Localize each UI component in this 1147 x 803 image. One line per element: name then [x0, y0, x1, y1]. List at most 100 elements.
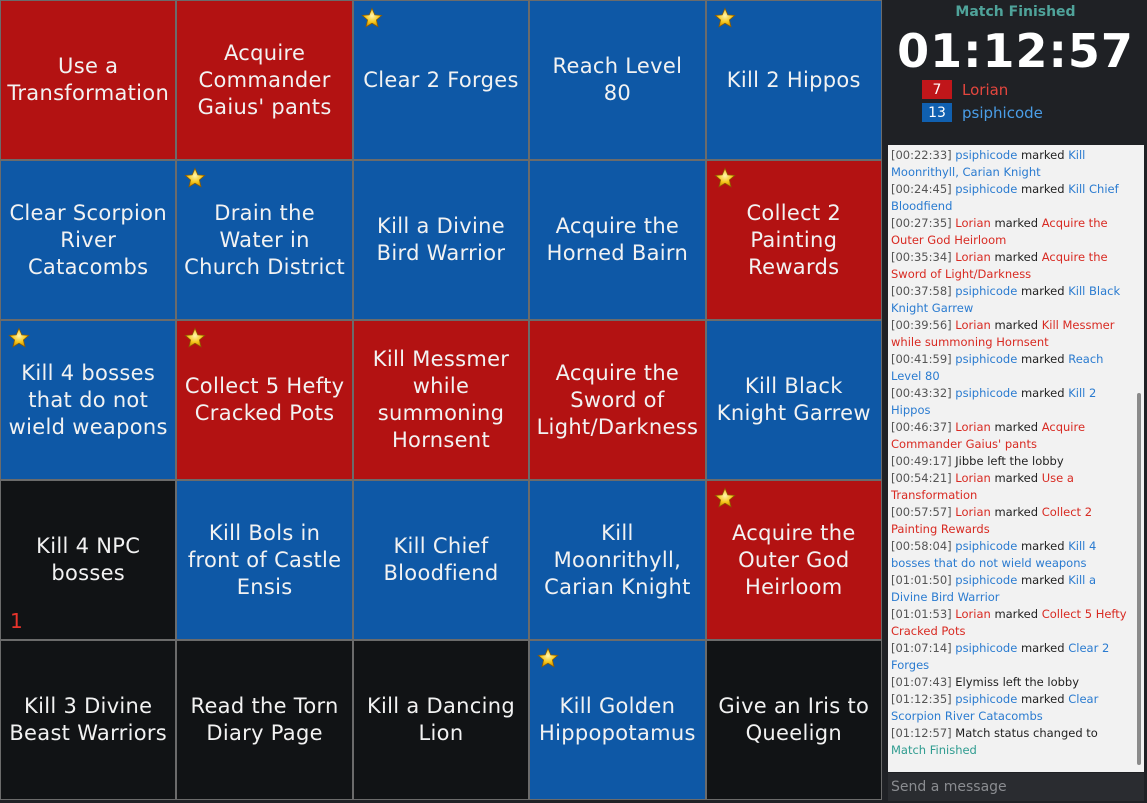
board-cell[interactable]: Kill 3 Divine Beast Warriors [1, 641, 176, 799]
log-entry: [00:22:33] psiphicode marked Kill Moonri… [891, 147, 1130, 181]
log-action: marked [994, 420, 1039, 434]
log-timestamp: [00:49:17] [891, 454, 952, 468]
event-log[interactable]: [00:22:33] psiphicode marked Kill Moonri… [888, 145, 1144, 772]
board-cell[interactable]: Read the Torn Diary Page [177, 641, 352, 799]
cell-goal-text: Kill a Divine Bird Warrior [376, 214, 506, 265]
log-entry: [00:57:57] Lorian marked Collect 2 Paint… [891, 504, 1130, 538]
board-cell[interactable]: Acquire Commander Gaius' pants [177, 1, 352, 159]
cell-goal-text: Clear 2 Forges [363, 67, 519, 92]
board-cell[interactable]: Collect 2 Painting Rewards [706, 161, 881, 319]
board-cell[interactable]: Acquire the Horned Bairn [530, 161, 705, 319]
log-timestamp: [00:35:34] [891, 250, 952, 264]
log-timestamp: [00:43:32] [891, 386, 952, 400]
log-action: Match status changed to [955, 726, 1098, 740]
log-player: Lorian [955, 471, 991, 485]
log-timestamp: [00:41:59] [891, 352, 952, 366]
log-action: marked [1020, 284, 1065, 298]
star-icon [184, 327, 207, 348]
board-cell[interactable]: Kill 2 Hippos [706, 1, 881, 159]
log-timestamp: [00:58:04] [891, 539, 952, 553]
log-entry: [00:35:34] Lorian marked Acquire the Swo… [891, 249, 1130, 283]
board-cell[interactable]: Kill Bols in front of Castle Ensis [177, 481, 352, 639]
board-cell[interactable]: Kill Golden Hippopotamus [530, 641, 705, 799]
log-action: marked [994, 607, 1039, 621]
log-timestamp: [01:01:53] [891, 607, 952, 621]
team-score: 13 [922, 103, 952, 122]
board-cell[interactable]: Collect 5 Hefty Cracked Pots [177, 321, 352, 479]
log-scrollbar[interactable] [1137, 393, 1141, 765]
board-cell[interactable]: Kill Messmer while summoning Hornsent [353, 321, 529, 479]
log-entry: [00:46:37] Lorian marked Acquire Command… [891, 419, 1130, 453]
log-action: marked [1020, 182, 1065, 196]
log-action: marked [994, 250, 1039, 264]
log-action: marked [1020, 641, 1065, 655]
board-cell[interactable]: Clear Scorpion River Catacombs [1, 161, 176, 319]
board-cell[interactable]: Drain the Water in Church District [177, 161, 352, 319]
board-cell[interactable]: Kill 4 NPC bosses 1 [1, 481, 176, 639]
star-icon [713, 167, 736, 188]
log-timestamp: [00:57:57] [891, 505, 952, 519]
star-icon [537, 647, 559, 668]
cell-goal-text: Collect 5 Hefty Cracked Pots [184, 374, 345, 425]
log-entry: [00:49:17] Jibbe left the lobby [891, 453, 1130, 470]
log-entry: [01:01:53] Lorian marked Collect 5 Hefty… [891, 606, 1130, 640]
cell-goal-text: Kill 4 NPC bosses [36, 534, 141, 585]
log-entry: [01:12:57] Match status changed to Match… [891, 725, 1130, 759]
cell-goal-text: Kill Messmer while summoning Hornsent [372, 347, 510, 452]
log-action: marked [1020, 386, 1065, 400]
board-cell[interactable]: Kill Black Knight Garrew [706, 321, 881, 479]
cell-goal-text: Kill Black Knight Garrew [716, 374, 871, 425]
log-entry: [01:07:14] psiphicode marked Clear 2 For… [891, 640, 1130, 674]
cell-goal-text: Acquire the Horned Bairn [546, 214, 689, 265]
log-timestamp: [01:01:50] [891, 573, 952, 587]
log-action: Jibbe left the lobby [955, 454, 1064, 468]
star-icon [184, 167, 207, 188]
log-timestamp: [00:27:35] [891, 216, 952, 230]
board-cell[interactable]: Kill Moonrithyll, Carian Knight [530, 481, 705, 639]
log-timestamp: [00:46:37] [891, 420, 952, 434]
log-player: psiphicode [955, 352, 1018, 366]
bingo-board: Use a Transformation Acquire Commander Ga… [0, 0, 882, 800]
cell-goal-text: Kill Bols in front of Castle Ensis [187, 520, 342, 599]
board-cell[interactable]: Kill a Divine Bird Warrior [353, 161, 529, 319]
cell-goal-text: Kill Golden Hippopotamus [539, 694, 696, 745]
log-entry: [00:37:58] psiphicode marked Kill Black … [891, 283, 1130, 317]
log-player: Lorian [955, 216, 991, 230]
log-action: marked [1020, 692, 1065, 706]
chat-input[interactable] [888, 773, 1144, 801]
board-cell[interactable]: Kill Chief Bloodfiend [353, 481, 529, 639]
cell-goal-text: Kill Moonrithyll, Carian Knight [544, 520, 691, 599]
star-icon [361, 7, 383, 28]
star-icon [713, 7, 736, 28]
log-action: marked [1020, 573, 1065, 587]
team-name: psiphicode [962, 103, 1043, 122]
log-entry: [01:01:50] psiphicode marked Kill a Divi… [891, 572, 1130, 606]
board-cell[interactable]: Acquire the Outer God Heirloom [706, 481, 881, 639]
board-cell[interactable]: Give an Iris to Queelign [706, 641, 881, 799]
log-entry: [00:41:59] psiphicode marked Reach Level… [891, 351, 1130, 385]
board-cell[interactable]: Acquire the Sword of Light/Darkness [530, 321, 705, 479]
cell-goal-text: Acquire Commander Gaius' pants [197, 40, 332, 119]
cell-goal-text: Kill 4 bosses that do not wield weapons [8, 360, 168, 439]
board-cell[interactable]: Use a Transformation [1, 1, 176, 159]
log-timestamp: [00:22:33] [891, 148, 952, 162]
side-panel: Match Finished 01:12:57 7 Lorian 13 psip… [884, 0, 1147, 803]
cell-goal-text: Clear Scorpion River Catacombs [9, 200, 167, 279]
log-player: psiphicode [955, 641, 1018, 655]
board-cell[interactable]: Clear 2 Forges [353, 1, 529, 159]
log-timestamp: [01:07:43] [891, 675, 952, 689]
log-action: marked [994, 216, 1039, 230]
board-cell[interactable]: Kill a Dancing Lion [353, 641, 529, 799]
log-timestamp: [00:54:21] [891, 471, 952, 485]
board-cell[interactable]: Kill 4 bosses that do not wield weapons [1, 321, 176, 479]
log-target: Match Finished [891, 743, 977, 757]
board-cell[interactable]: Reach Level 80 [530, 1, 705, 159]
star-icon [713, 487, 736, 508]
log-action: marked [1020, 148, 1065, 162]
cell-goal-text: Acquire the Sword of Light/Darkness [536, 360, 699, 439]
cell-goal-text: Kill 2 Hippos [726, 67, 861, 92]
cell-goal-text: Use a Transformation [7, 54, 170, 105]
log-entry: [00:58:04] psiphicode marked Kill 4 boss… [891, 538, 1130, 572]
log-player: psiphicode [955, 182, 1018, 196]
log-player: Lorian [955, 250, 991, 264]
